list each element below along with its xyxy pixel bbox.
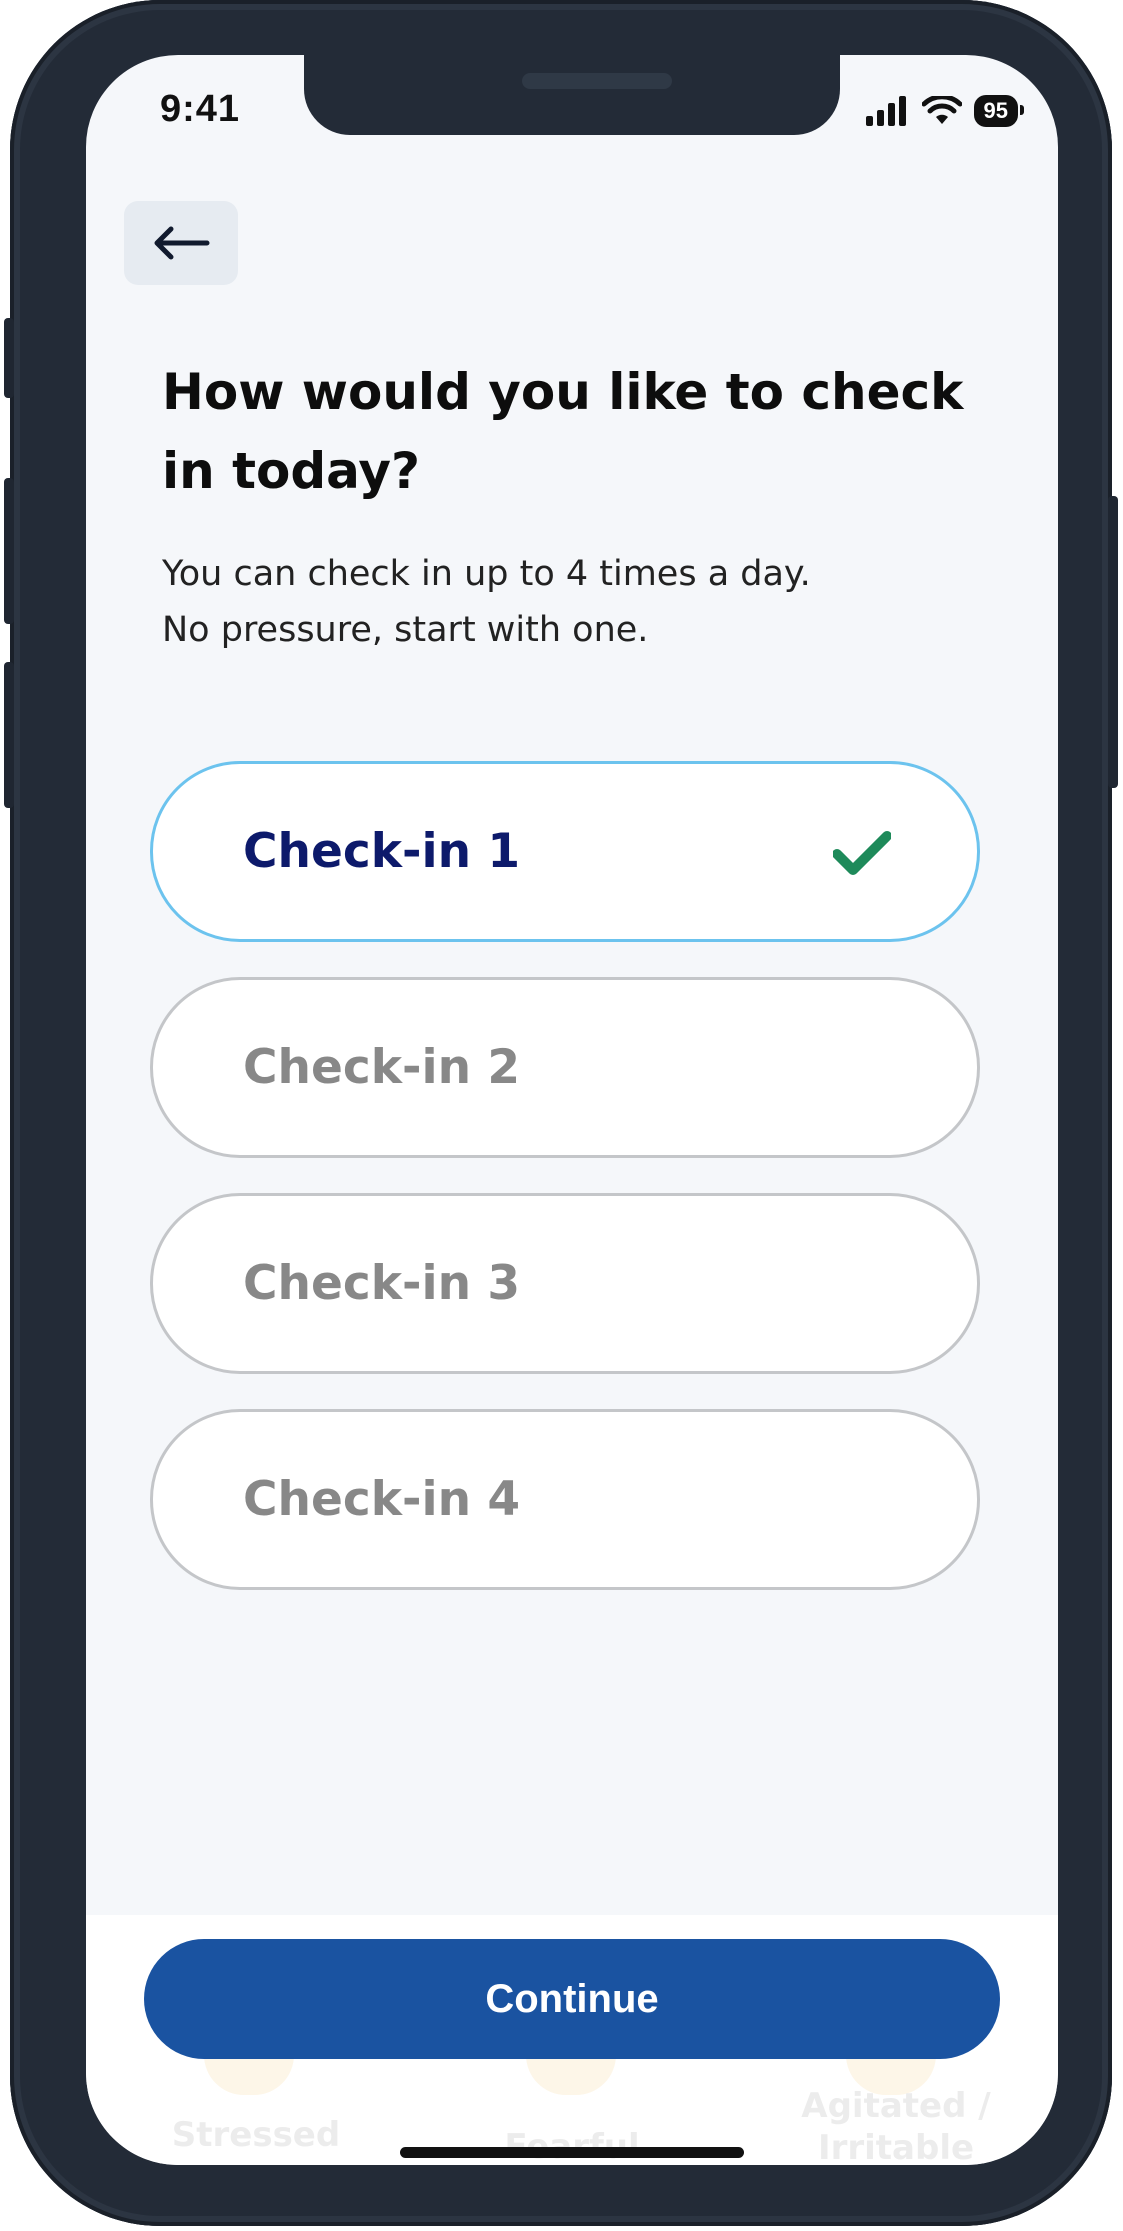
mood-icon — [204, 2055, 294, 2095]
arrow-left-icon — [154, 226, 210, 260]
subtitle-line-1: You can check in up to 4 times a day. — [162, 554, 811, 594]
volume-up-button — [4, 478, 14, 624]
power-button — [1108, 496, 1118, 788]
status-time: 9:41 — [160, 88, 241, 130]
page-subtitle: You can check in up to 4 times a day. No… — [162, 546, 1002, 658]
page-title: How would you like to check in today? — [162, 363, 964, 500]
status-icons: 95 — [865, 93, 1025, 129]
volume-down-button — [4, 662, 14, 808]
back-button[interactable] — [124, 201, 238, 285]
continue-button[interactable]: Continue — [144, 1939, 1000, 2059]
mood-label-stressed: Stressed — [171, 2115, 341, 2155]
mood-icon — [526, 2055, 616, 2095]
mute-switch — [4, 318, 14, 398]
battery-icon: 95 — [973, 95, 1025, 127]
option-label: Check-in 3 — [243, 1256, 521, 1311]
check-in-option-2[interactable]: Check-in 2 — [150, 977, 980, 1158]
check-in-option-3[interactable]: Check-in 3 — [150, 1193, 980, 1374]
option-label: Check-in 1 — [243, 824, 521, 879]
home-indicator — [400, 2147, 744, 2158]
option-label: Check-in 4 — [243, 1472, 521, 1527]
option-label: Check-in 2 — [243, 1040, 521, 1095]
speaker-grille — [522, 73, 672, 89]
check-in-option-1[interactable]: Check-in 1 — [150, 761, 980, 942]
mood-label-fearful: Fearful — [504, 2127, 640, 2165]
signal-icon — [865, 96, 906, 126]
checkmark-icon — [833, 831, 891, 875]
wifi-icon — [921, 96, 962, 124]
subtitle-line-2: No pressure, start with one. — [162, 610, 649, 650]
phone-frame: 9:41 95 How would you like to check in t… — [4, 0, 1118, 2226]
mood-label-agitated: Agitated / Irritable — [801, 2086, 991, 2165]
screen: 9:41 95 How would you like to check in t… — [86, 55, 1058, 2165]
check-in-option-4[interactable]: Check-in 4 — [150, 1409, 980, 1590]
notch — [304, 55, 840, 135]
